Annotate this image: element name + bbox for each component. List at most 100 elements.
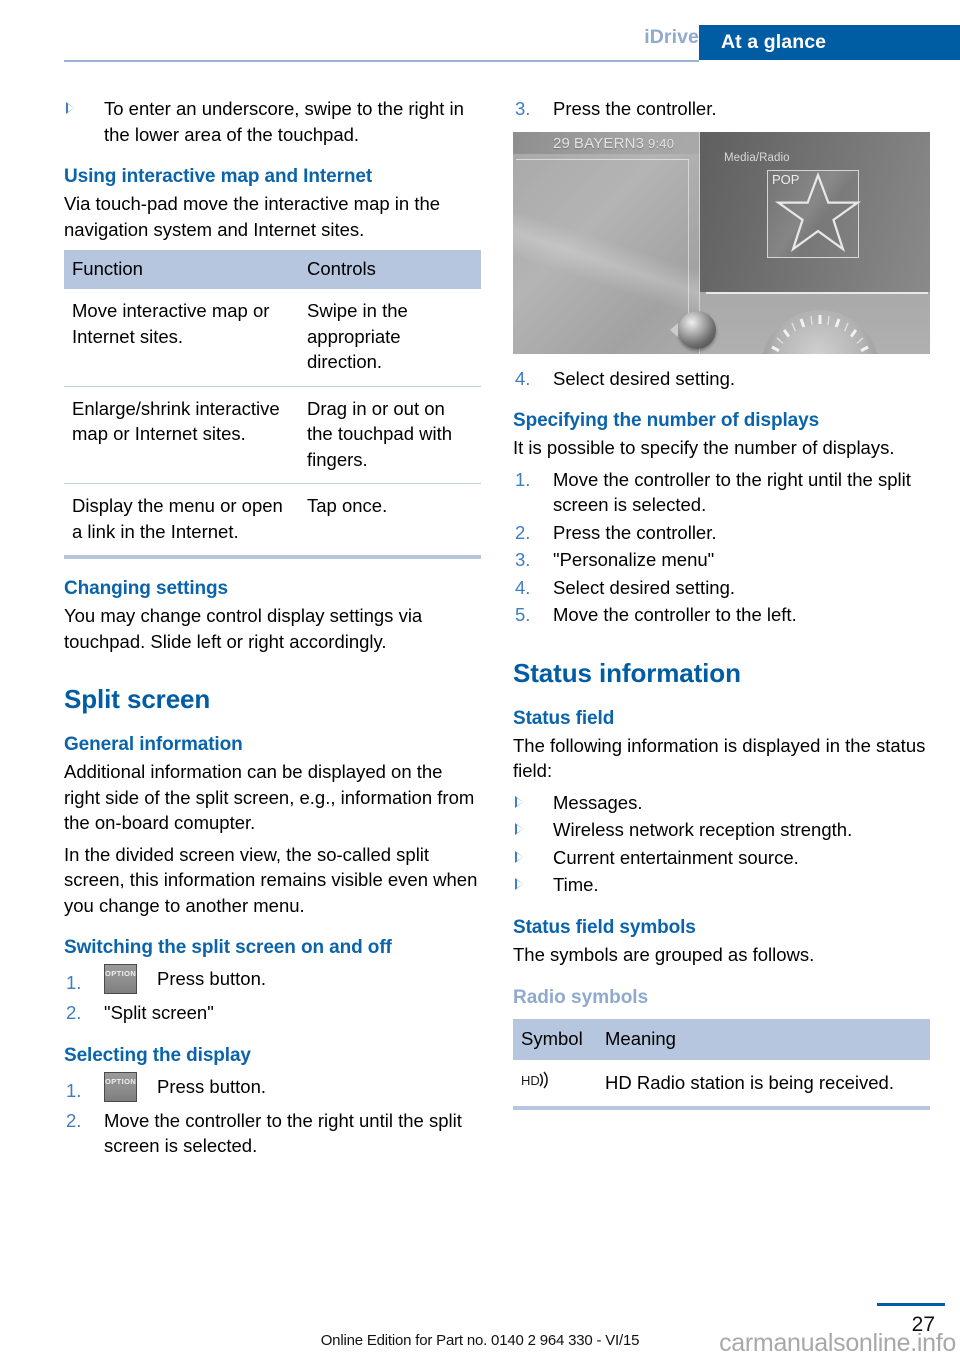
- table-row: Enlarge/shrink interactive map or Intern…: [64, 385, 481, 484]
- column-header-symbol: Symbol: [513, 1019, 597, 1060]
- figure-station-number: 29: [553, 134, 571, 152]
- paragraph-using-map: Via touch-pad move the interactive map i…: [64, 193, 441, 240]
- footer-watermark: carmanualsonline.info: [719, 1329, 956, 1357]
- list-item: 4. Select desired setting.: [513, 575, 930, 601]
- heading-changing-settings: Changing settings: [64, 578, 229, 599]
- list-item: 3. "Personalize menu": [513, 547, 930, 573]
- step-number: 5.: [515, 604, 531, 625]
- option-button-icon[interactable]: OPTION: [104, 1071, 137, 1102]
- step-text: Press button.: [157, 968, 267, 989]
- paragraph-status-field: The following information is displayed i…: [513, 734, 926, 782]
- bullet-text: Time.: [553, 874, 599, 895]
- step-number: 1.: [515, 468, 531, 490]
- figure-status-text: 29 BAYERN3 9:40: [553, 135, 674, 152]
- switching-steps-list: 1. OPTION Press button. 2. "Split screen": [64, 962, 481, 1026]
- cell-meaning: HD Radio station is being received.: [605, 1071, 894, 1093]
- hd-radio-icon: HD: [521, 1069, 551, 1091]
- bullet-text: Current entertainment source.: [553, 846, 799, 868]
- triangle-bullet-icon: [66, 102, 74, 114]
- controller-knob: [670, 310, 716, 349]
- figure-genre-label: POP: [772, 171, 800, 187]
- paragraph-status-symbols: The symbols are grouped as follows.: [513, 943, 815, 965]
- triangle-bullet-icon: [515, 795, 523, 808]
- cell-control: Swipe in the appropriate direction.: [307, 300, 408, 372]
- heading-status-information: Status information: [513, 657, 741, 688]
- figure-media-radio-label: Media/Radio: [724, 151, 790, 164]
- option-button-icon[interactable]: OPTION: [104, 964, 137, 995]
- list-item: 5. Move the controller to the left.: [513, 602, 930, 628]
- step-number: 3.: [515, 549, 531, 570]
- header-divider: [64, 60, 699, 62]
- step-text: Select desired setting.: [553, 367, 736, 389]
- figure-station-name: BAYERN3: [573, 134, 645, 152]
- symbols-table-bottom-rule: [513, 1106, 930, 1110]
- specifying-steps-list: 1. Move the controller to the right unti…: [513, 467, 930, 628]
- svg-text:HD: HD: [521, 1073, 540, 1088]
- table-header-row: Symbol Meaning: [513, 1019, 930, 1060]
- status-field-bullets: Messages. Wireless network reception str…: [513, 790, 930, 898]
- list-item: Time.: [513, 872, 930, 898]
- table-row: Move interactive map or Internet sites. …: [64, 289, 481, 386]
- radio-symbols-table: Symbol Meaning HD HD Radio station is be…: [513, 1019, 930, 1106]
- column-header-meaning: Meaning: [597, 1019, 930, 1060]
- heading-switching-split-screen: Switching the split screen on and off: [64, 937, 392, 958]
- figure-hairline-horizontal: [516, 158, 688, 160]
- step-number: 2.: [66, 1002, 82, 1023]
- figure-hairline-vertical: [688, 158, 689, 327]
- right-column: 3. Press the controller. 29 BAYERN3 9:40…: [513, 96, 930, 1110]
- manual-page: iDrive At a glance To enter an underscor…: [0, 0, 960, 1362]
- list-item: 1. OPTION Press button.: [64, 1070, 481, 1104]
- step-text: Move the controller to the right until t…: [104, 1109, 462, 1157]
- list-item: Wireless network reception strength.: [513, 817, 930, 843]
- figure-time: 9:40: [648, 135, 675, 151]
- step-4-list: 4. Select desired setting.: [513, 366, 930, 392]
- column-header-function: Function: [64, 250, 299, 289]
- page-number-rule: [877, 1303, 945, 1306]
- table-bottom-rule: [64, 555, 481, 559]
- heading-radio-symbols: Radio symbols: [513, 987, 649, 1008]
- step-number: 4.: [515, 576, 531, 598]
- breadcrumb-idrive: iDrive: [644, 26, 699, 48]
- heading-selecting-the-display: Selecting the display: [64, 1044, 251, 1066]
- step-text: "Personalize menu": [553, 549, 715, 570]
- step-text: "Split screen": [104, 1002, 214, 1023]
- triangle-bullet-icon: [515, 878, 523, 890]
- bullet-text: Wireless network reception strength.: [553, 819, 853, 840]
- paragraph-general-1: Additional information can be displayed …: [64, 761, 475, 833]
- step-number: 2.: [66, 1109, 82, 1131]
- list-item: Messages.: [513, 790, 930, 816]
- step-number: 1.: [66, 972, 82, 993]
- paragraph-general-2: In the divided screen view, the so-calle…: [64, 843, 478, 916]
- table-row: HD HD Radio station is being received.: [513, 1060, 930, 1106]
- list-item: 1. OPTION Press button.: [64, 962, 481, 996]
- figure-horizontal-rule: [706, 291, 928, 294]
- column-header-controls: Controls: [299, 250, 481, 289]
- list-item: To enter an underscore, swipe to the rig…: [64, 96, 481, 147]
- table-row: Display the menu or open a link in the I…: [64, 483, 481, 555]
- triangle-bullet-icon: [515, 850, 523, 863]
- selecting-steps-list: 1. OPTION Press button. 2. Move the contr…: [64, 1070, 481, 1159]
- page-header: iDrive At a glance: [0, 0, 960, 62]
- list-item: Current entertainment source.: [513, 845, 930, 871]
- cell-function: Display the menu or open a link in the I…: [64, 483, 299, 555]
- cell-function: Move interactive map or Internet sites.: [72, 300, 270, 347]
- heading-using-interactive-map: Using interactive map and Internet: [64, 166, 373, 187]
- heading-status-field-symbols: Status field symbols: [513, 916, 696, 938]
- list-item: 2. Move the controller to the right unti…: [64, 1108, 481, 1159]
- step-text: Press button.: [157, 1075, 267, 1097]
- step-text: Press the controller.: [553, 521, 717, 543]
- controls-table: Function Controls Move interactive map o…: [64, 250, 481, 555]
- cell-function: Enlarge/shrink interactive map or Intern…: [64, 385, 299, 484]
- intro-bullet-list: To enter an underscore, swipe to the rig…: [64, 96, 481, 147]
- heading-general-information: General information: [64, 734, 243, 755]
- left-column: To enter an underscore, swipe to the rig…: [64, 96, 481, 1161]
- step-number: 3.: [515, 98, 531, 119]
- step-text: Move the controller to the right until t…: [553, 468, 911, 516]
- heading-specifying-displays: Specifying the number of displays: [513, 410, 820, 431]
- cell-control: Drag in or out on the touchpad with fing…: [299, 385, 481, 484]
- heading-status-field: Status field: [513, 707, 615, 729]
- idrive-screen-figure: 29 BAYERN3 9:40 Media/Radio POP: [513, 131, 930, 354]
- step-text: Select desired setting.: [553, 576, 736, 598]
- table-header-row: Function Controls: [64, 250, 481, 289]
- breadcrumb-at-a-glance: At a glance: [699, 25, 960, 60]
